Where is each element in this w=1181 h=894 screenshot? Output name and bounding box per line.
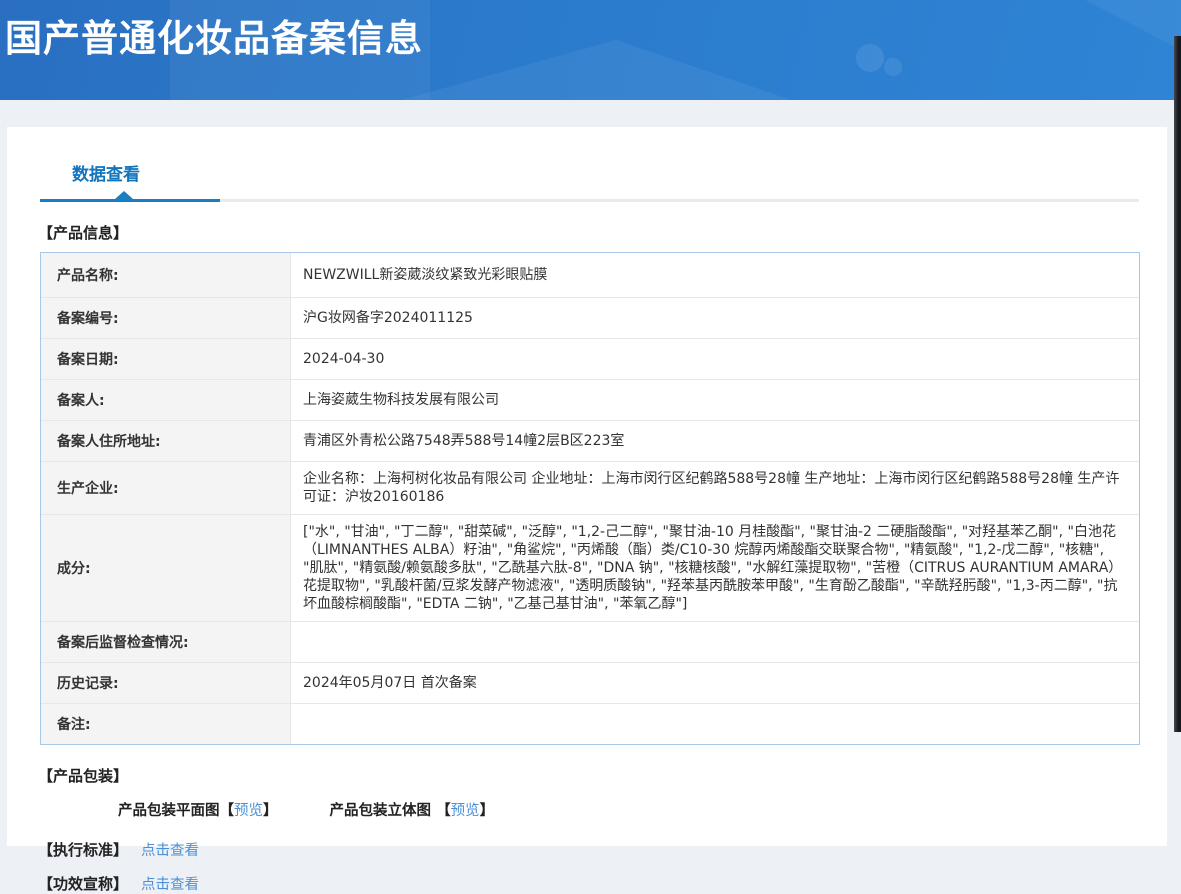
row-label: 备案人住所地址: bbox=[41, 421, 291, 461]
efficacy-view-link[interactable]: 点击查看 bbox=[141, 877, 199, 893]
row-label: 备案编号: bbox=[41, 298, 291, 338]
table-row: 备案后监督检查情况: bbox=[41, 621, 1139, 662]
packaging-flat-label: 产品包装平面图 bbox=[118, 803, 220, 819]
bracket-open: 【 bbox=[436, 803, 451, 819]
table-row: 备案日期: 2024-04-30 bbox=[41, 338, 1139, 379]
row-value: ["水", "甘油", "丁二醇", "甜菜碱", "泛醇", "1,2-己二醇… bbox=[291, 515, 1139, 621]
product-info-table: 产品名称: NEWZWILL新姿葳淡纹紧致光彩眼贴膜 备案编号: 沪G妆网备字2… bbox=[40, 252, 1140, 745]
table-row: 备案人: 上海姿葳生物科技发展有限公司 bbox=[41, 379, 1139, 420]
row-label: 备案日期: bbox=[41, 339, 291, 379]
row-label: 生产企业: bbox=[41, 462, 291, 514]
bracket-open: 【 bbox=[220, 803, 235, 819]
standard-view-link[interactable]: 点击查看 bbox=[141, 843, 199, 859]
section-title-standard: 【执行标准】 bbox=[38, 841, 128, 859]
efficacy-line: 【功效宣称】点击查看 bbox=[38, 873, 1167, 894]
header-decoration-dot bbox=[884, 58, 902, 76]
tab-active-indicator bbox=[40, 199, 220, 202]
table-row: 备案人住所地址: 青浦区外青松公路7548弄588号14幢2层B区223室 bbox=[41, 420, 1139, 461]
bracket-close: 】 bbox=[480, 803, 495, 819]
packaging-stereo-label: 产品包装立体图 bbox=[330, 803, 437, 819]
page-title: 国产普通化妆品备案信息 bbox=[5, 8, 423, 62]
row-label: 备注: bbox=[41, 704, 291, 744]
header-decoration-dot bbox=[856, 44, 884, 72]
table-row: 产品名称: NEWZWILL新姿葳淡纹紧致光彩眼贴膜 bbox=[41, 253, 1139, 297]
row-value bbox=[291, 704, 1139, 744]
row-value: 青浦区外青松公路7548弄588号14幢2层B区223室 bbox=[291, 421, 1139, 461]
tab-underline bbox=[40, 199, 1139, 202]
row-value: 上海姿葳生物科技发展有限公司 bbox=[291, 380, 1139, 420]
section-title-packaging: 【产品包装】 bbox=[38, 765, 1167, 786]
table-row: 备案编号: 沪G妆网备字2024011125 bbox=[41, 297, 1139, 338]
packaging-flat-preview-link[interactable]: 预览 bbox=[234, 803, 263, 819]
row-value: 2024-04-30 bbox=[291, 339, 1139, 379]
row-value: 沪G妆网备字2024011125 bbox=[291, 298, 1139, 338]
packaging-stereo-preview-link[interactable]: 预览 bbox=[451, 803, 480, 819]
row-value: NEWZWILL新姿葳淡纹紧致光彩眼贴膜 bbox=[291, 253, 1139, 297]
packaging-line: 产品包装平面图【预览】产品包装立体图 【预览】 bbox=[118, 799, 1167, 820]
section-title-efficacy: 【功效宣称】 bbox=[38, 875, 128, 893]
row-label: 成分: bbox=[41, 515, 291, 621]
row-value: 企业名称：上海柯树化妆品有限公司 企业地址：上海市闵行区纪鹤路588号28幢 生… bbox=[291, 462, 1139, 514]
page-header: 国产普通化妆品备案信息 bbox=[0, 0, 1181, 100]
table-row: 备注: bbox=[41, 703, 1139, 744]
row-value bbox=[291, 622, 1139, 662]
table-row: 成分: ["水", "甘油", "丁二醇", "甜菜碱", "泛醇", "1,2… bbox=[41, 514, 1139, 621]
standard-line: 【执行标准】点击查看 bbox=[38, 839, 1167, 860]
row-value: 2024年05月07日 首次备案 bbox=[291, 663, 1139, 703]
tab-data-view[interactable]: 数据查看 bbox=[72, 160, 140, 185]
table-row: 历史记录: 2024年05月07日 首次备案 bbox=[41, 662, 1139, 703]
content-card: 数据查看 【产品信息】 产品名称: NEWZWILL新姿葳淡纹紧致光彩眼贴膜 备… bbox=[7, 127, 1167, 846]
row-label: 历史记录: bbox=[41, 663, 291, 703]
section-title-product-info: 【产品信息】 bbox=[38, 222, 1167, 243]
scrollbar-thumb[interactable] bbox=[1174, 36, 1181, 732]
bracket-close: 】 bbox=[263, 803, 278, 819]
row-label: 备案人: bbox=[41, 380, 291, 420]
tab-bar: 数据查看 bbox=[7, 160, 1167, 185]
header-decoration bbox=[1021, 0, 1181, 50]
table-row: 生产企业: 企业名称：上海柯树化妆品有限公司 企业地址：上海市闵行区纪鹤路588… bbox=[41, 461, 1139, 514]
row-label: 备案后监督检查情况: bbox=[41, 622, 291, 662]
tab-indicator-triangle bbox=[115, 191, 133, 199]
row-label: 产品名称: bbox=[41, 253, 291, 297]
